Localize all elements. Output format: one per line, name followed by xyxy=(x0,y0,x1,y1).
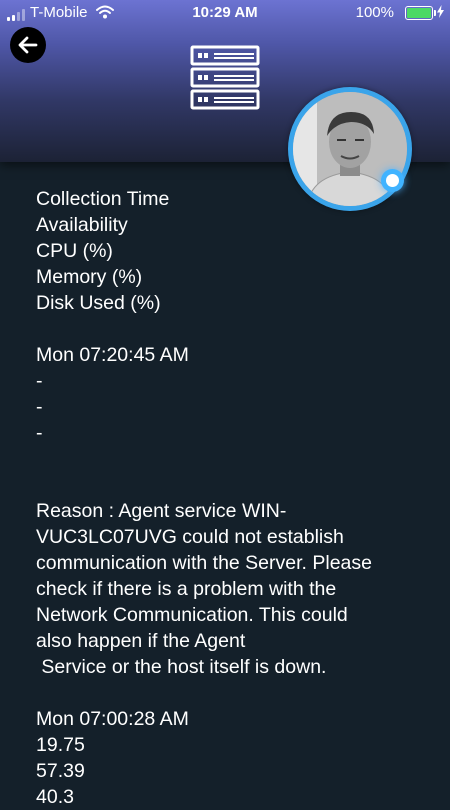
record-time: Mon 07:20:45 AM xyxy=(36,344,189,366)
label-disk-used: Disk Used (%) xyxy=(36,292,161,314)
record-availability: - xyxy=(36,370,43,392)
label-memory: Memory (%) xyxy=(36,266,143,288)
status-bar: T-Mobile 10:29 AM 100% xyxy=(0,0,450,26)
label-availability: Availability xyxy=(36,214,128,236)
battery-icon xyxy=(405,6,436,20)
label-collection-time: Collection Time xyxy=(36,188,170,210)
record-time: Mon 07:00:28 AM xyxy=(36,708,189,730)
metrics-content: Collection Time Availability CPU (%) Mem… xyxy=(36,186,426,810)
reason-text: also happen if the Agent xyxy=(36,630,246,652)
record-availability: 19.75 xyxy=(36,734,85,756)
reason-text: VUC3LC07UVG could not establish xyxy=(36,526,344,548)
reason-text: check if there is a problem with the xyxy=(36,578,337,600)
reason-text: Network Communication. This could xyxy=(36,604,348,626)
server-rack-icon xyxy=(190,45,260,110)
record-cpu: - xyxy=(36,396,43,418)
arrow-left-icon xyxy=(18,36,38,54)
reason-text: Service or the host itself is down. xyxy=(36,656,327,678)
reason-text: communication with the Server. Please xyxy=(36,552,372,574)
reason-text: Reason : Agent service WIN- xyxy=(36,500,287,522)
record-memory: 40.3 xyxy=(36,786,74,808)
back-button[interactable] xyxy=(10,27,46,63)
record-cpu: 57.39 xyxy=(36,760,85,782)
battery-percent: 100% xyxy=(355,4,394,21)
label-cpu: CPU (%) xyxy=(36,240,113,262)
charging-bolt-icon xyxy=(437,5,444,18)
record-memory: - xyxy=(36,422,43,444)
